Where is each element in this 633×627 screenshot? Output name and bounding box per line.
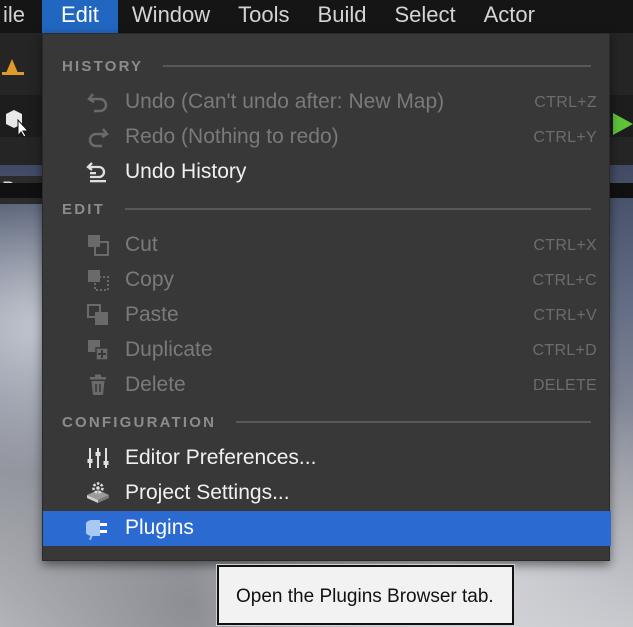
menu-item-shortcut: CTRL+D	[532, 342, 597, 359]
trash-icon	[85, 372, 111, 398]
menu-tools[interactable]: Tools	[224, 0, 303, 33]
menu-item-label: Redo (Nothing to redo)	[125, 125, 339, 148]
menu-file[interactable]: ile	[0, 0, 42, 33]
menu-select[interactable]: Select	[380, 0, 469, 33]
edit-menu-dropdown: HISTORY Undo (Can't undo after: New Map)…	[42, 33, 611, 561]
menu-item-redo[interactable]: Redo (Nothing to redo) CTRL+Y	[43, 120, 611, 155]
section-divider	[124, 208, 591, 210]
play-icon[interactable]	[611, 111, 633, 137]
menu-item-undo-history[interactable]: Undo History	[43, 155, 611, 190]
section-history: HISTORY	[43, 54, 611, 78]
menu-item-label: Editor Preferences...	[125, 446, 317, 469]
menu-item-plugins[interactable]: Plugins	[43, 511, 611, 546]
plugins-tooltip: Open the Plugins Browser tab.	[217, 565, 514, 625]
section-divider	[163, 65, 591, 67]
menu-build[interactable]: Build	[304, 0, 381, 33]
menu-item-label: Project Settings...	[125, 481, 290, 504]
menu-item-shortcut: CTRL+X	[533, 237, 597, 254]
plugin-icon	[85, 515, 111, 541]
menu-item-label: Duplicate	[125, 338, 213, 361]
menubar: ile Edit Window Tools Build Select Actor	[0, 0, 633, 33]
warning-icon[interactable]	[2, 55, 26, 75]
redo-icon	[85, 124, 111, 150]
menu-item-shortcut: CTRL+C	[532, 272, 597, 289]
menu-item-copy[interactable]: Copy CTRL+C	[43, 263, 611, 298]
copy-icon	[85, 267, 111, 293]
menu-item-label: Plugins	[125, 516, 194, 539]
cut-icon	[85, 232, 111, 258]
menu-item-delete[interactable]: Delete DELETE	[43, 368, 611, 403]
section-edit: EDIT	[43, 197, 611, 221]
menu-item-label: Copy	[125, 268, 175, 291]
menu-edit[interactable]: Edit	[42, 0, 118, 33]
menu-item-duplicate[interactable]: Duplicate CTRL+D	[43, 333, 611, 368]
section-label-configuration: CONFIGURATION	[62, 413, 217, 431]
section-label-edit: EDIT	[62, 200, 105, 218]
menu-item-label: Undo (Can't undo after: New Map)	[125, 90, 445, 113]
undo-icon	[85, 89, 111, 115]
menu-item-cut[interactable]: Cut CTRL+X	[43, 228, 611, 263]
menu-item-shortcut: CTRL+Y	[533, 129, 597, 146]
menu-item-label: Delete	[125, 373, 186, 396]
paste-icon	[85, 302, 111, 328]
sliders-icon	[85, 445, 111, 471]
menu-item-shortcut: CTRL+Z	[534, 94, 597, 111]
menu-item-label: Paste	[125, 303, 179, 326]
menu-item-undo[interactable]: Undo (Can't undo after: New Map) CTRL+Z	[43, 85, 611, 120]
menu-item-label: Cut	[125, 233, 158, 256]
menu-item-shortcut: DELETE	[532, 377, 597, 394]
menu-item-label: Undo History	[125, 160, 247, 183]
menu-window[interactable]: Window	[118, 0, 224, 33]
section-label-history: HISTORY	[62, 57, 144, 75]
section-configuration: CONFIGURATION	[43, 410, 611, 434]
menu-item-editor-preferences[interactable]: Editor Preferences...	[43, 441, 611, 476]
menu-item-project-settings[interactable]: Project Settings...	[43, 476, 611, 511]
section-divider	[236, 421, 591, 423]
menu-actor[interactable]: Actor	[470, 0, 549, 33]
menu-item-shortcut: CTRL+V	[533, 307, 597, 324]
history-icon	[85, 159, 111, 185]
menu-item-paste[interactable]: Paste CTRL+V	[43, 298, 611, 333]
duplicate-icon	[85, 337, 111, 363]
select-mode-icon[interactable]	[2, 108, 30, 138]
project-settings-icon	[85, 480, 111, 506]
